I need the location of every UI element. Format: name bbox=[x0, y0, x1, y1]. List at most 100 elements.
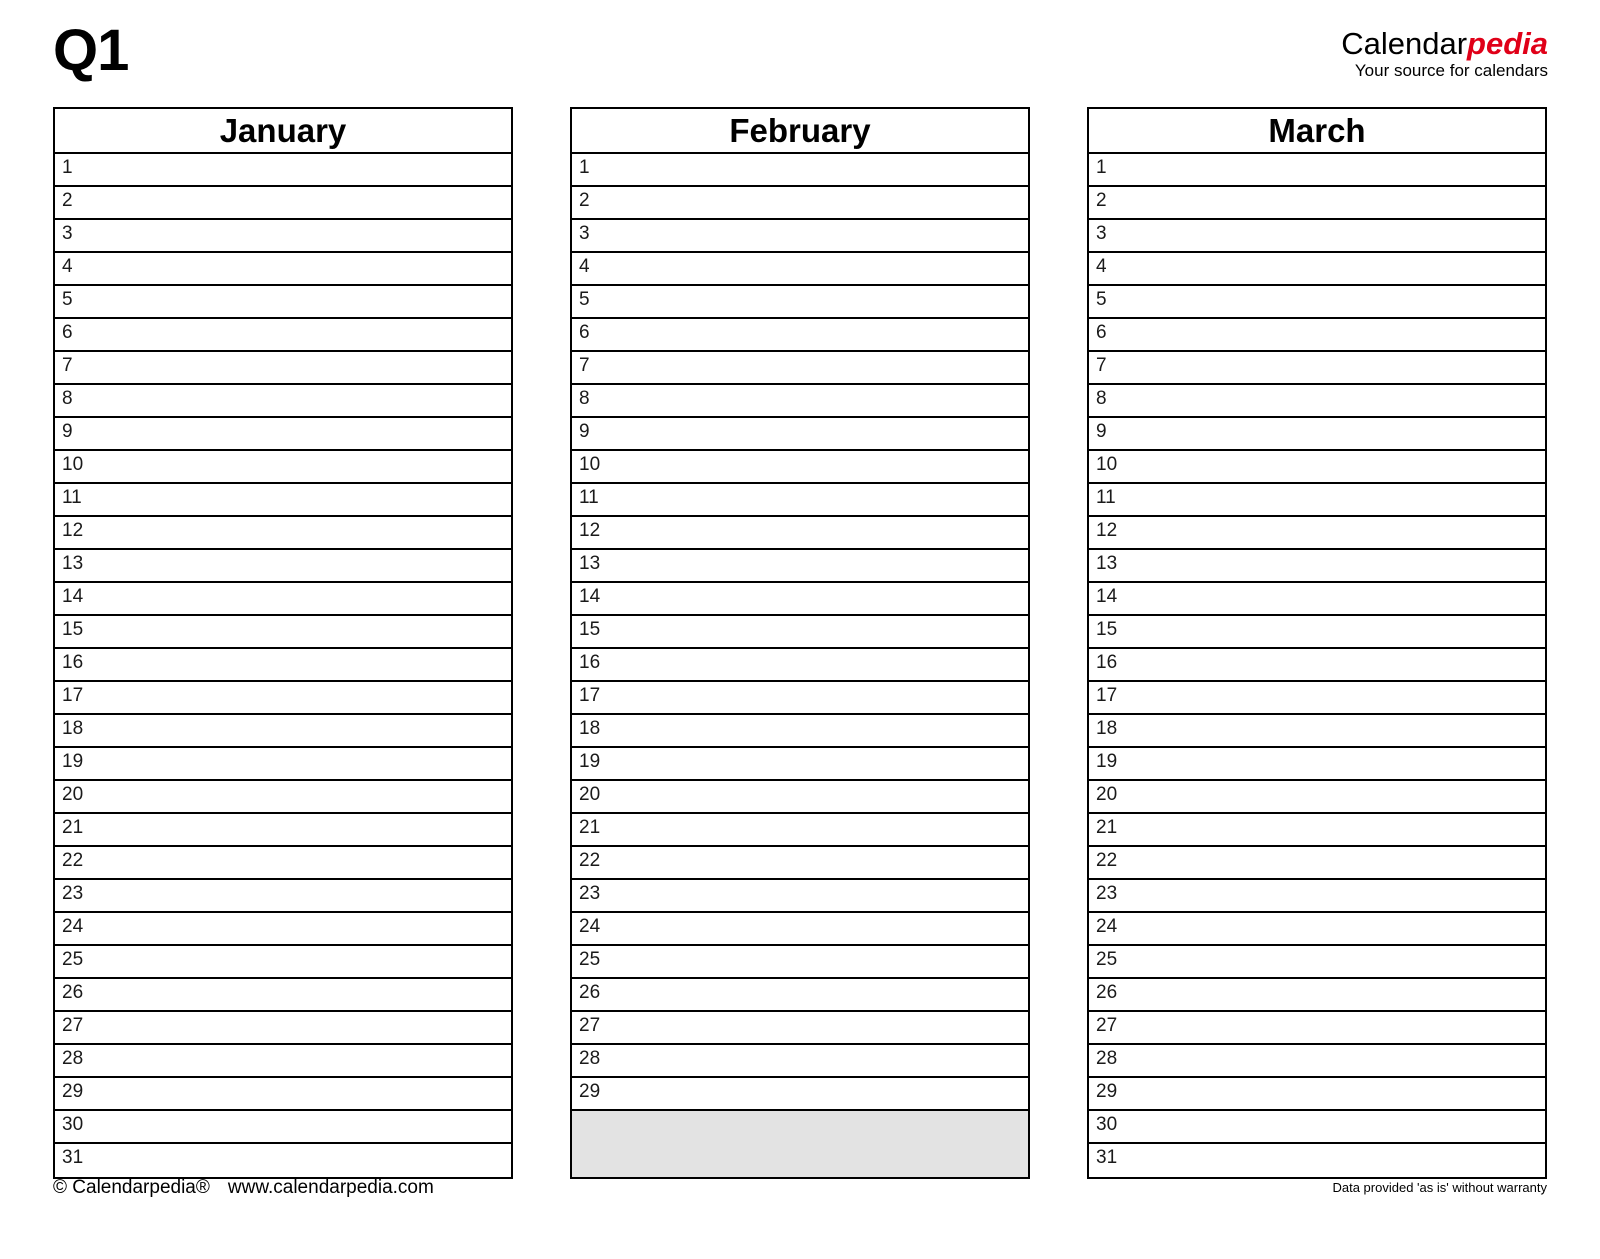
day-row[interactable]: 29 bbox=[55, 1078, 511, 1111]
day-row[interactable]: 16 bbox=[572, 649, 1028, 682]
day-row[interactable]: 11 bbox=[572, 484, 1028, 517]
day-row[interactable]: 14 bbox=[1089, 583, 1545, 616]
day-row[interactable]: 30 bbox=[1089, 1111, 1545, 1144]
day-row[interactable]: 14 bbox=[572, 583, 1028, 616]
day-row[interactable]: 3 bbox=[55, 220, 511, 253]
day-row[interactable]: 28 bbox=[1089, 1045, 1545, 1078]
day-row[interactable]: 13 bbox=[572, 550, 1028, 583]
day-row[interactable]: 12 bbox=[572, 517, 1028, 550]
day-row[interactable]: 30 bbox=[55, 1111, 511, 1144]
day-row[interactable]: 7 bbox=[1089, 352, 1545, 385]
day-row[interactable]: 22 bbox=[55, 847, 511, 880]
day-row[interactable]: 10 bbox=[572, 451, 1028, 484]
empty-filler-block bbox=[572, 1111, 1028, 1177]
day-row[interactable]: 5 bbox=[1089, 286, 1545, 319]
day-row[interactable]: 10 bbox=[1089, 451, 1545, 484]
day-row[interactable]: 12 bbox=[1089, 517, 1545, 550]
day-row[interactable]: 23 bbox=[1089, 880, 1545, 913]
day-row[interactable]: 26 bbox=[55, 979, 511, 1012]
day-row[interactable]: 19 bbox=[1089, 748, 1545, 781]
day-row[interactable]: 20 bbox=[572, 781, 1028, 814]
day-row[interactable]: 27 bbox=[1089, 1012, 1545, 1045]
day-row[interactable]: 11 bbox=[55, 484, 511, 517]
day-row[interactable]: 17 bbox=[572, 682, 1028, 715]
day-row[interactable]: 21 bbox=[1089, 814, 1545, 847]
day-number: 10 bbox=[1096, 454, 1118, 475]
day-row[interactable]: 3 bbox=[1089, 220, 1545, 253]
day-number: 25 bbox=[579, 949, 601, 970]
day-row[interactable]: 18 bbox=[55, 715, 511, 748]
day-number: 28 bbox=[579, 1048, 601, 1069]
day-row[interactable]: 5 bbox=[572, 286, 1028, 319]
day-row[interactable]: 31 bbox=[55, 1144, 511, 1177]
day-number: 26 bbox=[1096, 982, 1118, 1003]
day-row[interactable]: 7 bbox=[55, 352, 511, 385]
day-row[interactable]: 20 bbox=[55, 781, 511, 814]
day-row[interactable]: 1 bbox=[1089, 154, 1545, 187]
day-row[interactable]: 15 bbox=[1089, 616, 1545, 649]
day-row[interactable]: 3 bbox=[572, 220, 1028, 253]
day-row[interactable]: 26 bbox=[1089, 979, 1545, 1012]
day-row[interactable]: 10 bbox=[55, 451, 511, 484]
day-row[interactable]: 9 bbox=[55, 418, 511, 451]
day-row[interactable]: 20 bbox=[1089, 781, 1545, 814]
day-row[interactable]: 9 bbox=[572, 418, 1028, 451]
day-row[interactable]: 6 bbox=[1089, 319, 1545, 352]
day-row[interactable]: 16 bbox=[55, 649, 511, 682]
day-number: 27 bbox=[62, 1015, 84, 1036]
day-row[interactable]: 23 bbox=[572, 880, 1028, 913]
day-row[interactable]: 17 bbox=[55, 682, 511, 715]
day-row[interactable]: 19 bbox=[55, 748, 511, 781]
day-row[interactable]: 18 bbox=[1089, 715, 1545, 748]
day-row[interactable]: 23 bbox=[55, 880, 511, 913]
day-row[interactable]: 4 bbox=[55, 253, 511, 286]
day-row[interactable]: 22 bbox=[1089, 847, 1545, 880]
day-row[interactable]: 6 bbox=[55, 319, 511, 352]
day-row[interactable]: 4 bbox=[1089, 253, 1545, 286]
day-row[interactable]: 1 bbox=[572, 154, 1028, 187]
day-row[interactable]: 14 bbox=[55, 583, 511, 616]
day-row[interactable]: 1 bbox=[55, 154, 511, 187]
day-row[interactable]: 5 bbox=[55, 286, 511, 319]
day-row[interactable]: 25 bbox=[572, 946, 1028, 979]
day-row[interactable]: 21 bbox=[55, 814, 511, 847]
day-row[interactable]: 2 bbox=[1089, 187, 1545, 220]
day-number: 17 bbox=[579, 685, 601, 706]
day-row[interactable]: 17 bbox=[1089, 682, 1545, 715]
day-row[interactable]: 28 bbox=[55, 1045, 511, 1078]
day-row[interactable]: 22 bbox=[572, 847, 1028, 880]
day-row[interactable]: 9 bbox=[1089, 418, 1545, 451]
day-number: 25 bbox=[62, 949, 84, 970]
day-row[interactable]: 19 bbox=[572, 748, 1028, 781]
day-row[interactable]: 25 bbox=[1089, 946, 1545, 979]
day-row[interactable]: 24 bbox=[572, 913, 1028, 946]
day-row[interactable]: 21 bbox=[572, 814, 1028, 847]
day-row[interactable]: 27 bbox=[572, 1012, 1028, 1045]
day-row[interactable]: 8 bbox=[572, 385, 1028, 418]
day-row[interactable]: 12 bbox=[55, 517, 511, 550]
day-row[interactable]: 13 bbox=[55, 550, 511, 583]
day-row[interactable]: 27 bbox=[55, 1012, 511, 1045]
day-row[interactable]: 24 bbox=[55, 913, 511, 946]
day-row[interactable]: 26 bbox=[572, 979, 1028, 1012]
day-row[interactable]: 15 bbox=[55, 616, 511, 649]
day-row[interactable]: 29 bbox=[1089, 1078, 1545, 1111]
website-link[interactable]: www.calendarpedia.com bbox=[228, 1177, 434, 1198]
day-row[interactable]: 31 bbox=[1089, 1144, 1545, 1177]
day-row[interactable]: 28 bbox=[572, 1045, 1028, 1078]
day-row[interactable]: 2 bbox=[55, 187, 511, 220]
day-row[interactable]: 16 bbox=[1089, 649, 1545, 682]
day-row[interactable]: 11 bbox=[1089, 484, 1545, 517]
day-row[interactable]: 7 bbox=[572, 352, 1028, 385]
day-row[interactable]: 25 bbox=[55, 946, 511, 979]
day-row[interactable]: 24 bbox=[1089, 913, 1545, 946]
day-row[interactable]: 8 bbox=[1089, 385, 1545, 418]
day-row[interactable]: 8 bbox=[55, 385, 511, 418]
day-row[interactable]: 29 bbox=[572, 1078, 1028, 1111]
day-row[interactable]: 4 bbox=[572, 253, 1028, 286]
day-row[interactable]: 6 bbox=[572, 319, 1028, 352]
day-row[interactable]: 13 bbox=[1089, 550, 1545, 583]
day-row[interactable]: 18 bbox=[572, 715, 1028, 748]
day-row[interactable]: 2 bbox=[572, 187, 1028, 220]
day-row[interactable]: 15 bbox=[572, 616, 1028, 649]
